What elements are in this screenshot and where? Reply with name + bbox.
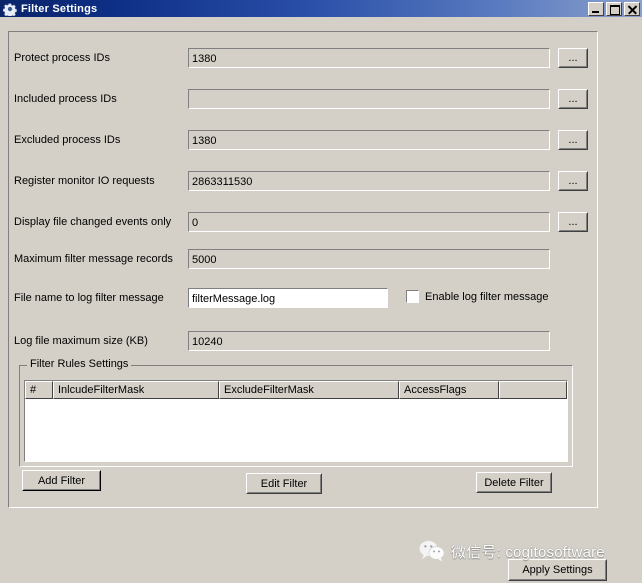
column-header-spare[interactable] [499, 381, 567, 399]
column-header-index[interactable]: # [25, 381, 53, 399]
input-log-file-maximum-size[interactable] [188, 331, 550, 351]
input-protect-process-ids[interactable] [188, 48, 550, 68]
filter-rules-list-header: # InlcudeFilterMask ExcludeFilterMask Ac… [25, 381, 567, 399]
column-header-exclude-filter-mask[interactable]: ExcludeFilterMask [219, 381, 399, 399]
label-display-file-changed-events-only: Display file changed events only [14, 216, 172, 228]
label-excluded-process-ids: Excluded process IDs [14, 134, 121, 146]
label-included-process-ids: Included process IDs [14, 93, 117, 105]
edit-filter-button[interactable]: Edit Filter [246, 473, 322, 494]
delete-filter-button[interactable]: Delete Filter [476, 472, 552, 493]
browse-button-protect-process-ids[interactable]: ... [558, 48, 588, 68]
apply-settings-button[interactable]: Apply Settings [508, 559, 607, 581]
filter-rules-list[interactable]: # InlcudeFilterMask ExcludeFilterMask Ac… [24, 380, 568, 462]
label-log-file-maximum-size: Log file maximum size (KB) [14, 335, 148, 347]
minimize-button[interactable] [588, 1, 604, 16]
window-controls [588, 1, 640, 16]
filter-rules-group-title: Filter Rules Settings [27, 358, 132, 370]
input-maximum-filter-message-records[interactable] [188, 249, 550, 269]
checkbox-label: Enable log filter message [425, 290, 549, 303]
gear-icon [3, 2, 17, 16]
label-protect-process-ids: Protect process IDs [14, 52, 110, 64]
input-display-file-changed-events-only[interactable] [188, 212, 550, 232]
field-row-register-monitor-io-requests: Register monitor IO requests ... [0, 171, 642, 193]
field-row-log-file-maximum-size: Log file maximum size (KB) [0, 331, 642, 353]
add-filter-button[interactable]: Add Filter [22, 470, 101, 491]
window-title: Filter Settings [21, 2, 98, 15]
browse-button-excluded-process-ids[interactable]: ... [558, 130, 588, 150]
filter-rules-list-body[interactable] [25, 399, 567, 461]
label-register-monitor-io-requests: Register monitor IO requests [14, 175, 155, 187]
input-excluded-process-ids[interactable] [188, 130, 550, 150]
input-included-process-ids[interactable] [188, 89, 550, 109]
maximize-button[interactable] [606, 1, 622, 16]
title-bar[interactable]: Filter Settings [0, 0, 642, 17]
column-header-access-flags[interactable]: AccessFlags [399, 381, 499, 399]
field-row-protect-process-ids: Protect process IDs ... [0, 48, 642, 70]
input-register-monitor-io-requests[interactable] [188, 171, 550, 191]
browse-button-included-process-ids[interactable]: ... [558, 89, 588, 109]
label-maximum-filter-message-records: Maximum filter message records [14, 253, 173, 265]
checkbox-box[interactable] [406, 290, 419, 303]
field-row-maximum-filter-message-records: Maximum filter message records [0, 249, 642, 271]
field-row-display-file-changed-events-only: Display file changed events only ... [0, 212, 642, 234]
field-row-excluded-process-ids: Excluded process IDs ... [0, 130, 642, 152]
field-row-included-process-ids: Included process IDs ... [0, 89, 642, 111]
wechat-icon [419, 540, 445, 562]
label-file-name-to-log-filter-message: File name to log filter message [14, 292, 164, 304]
column-header-inlcude-filter-mask[interactable]: InlcudeFilterMask [53, 381, 219, 399]
browse-button-display-file-changed-events-only[interactable]: ... [558, 212, 588, 232]
enable-log-filter-message-checkbox[interactable]: Enable log filter message [406, 290, 549, 303]
close-button[interactable] [624, 1, 640, 16]
browse-button-register-monitor-io-requests[interactable]: ... [558, 171, 588, 191]
input-file-name-to-log-filter-message[interactable] [188, 288, 388, 308]
